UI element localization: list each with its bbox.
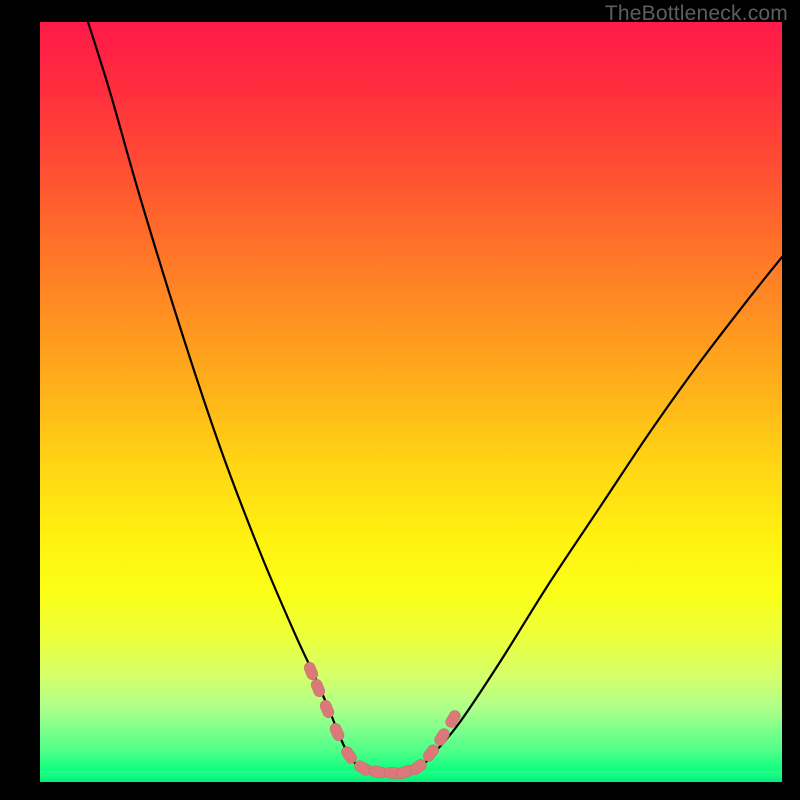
highlight-markers-right <box>395 708 463 780</box>
plot-area <box>40 22 782 782</box>
watermark-text: TheBottleneck.com <box>605 2 788 26</box>
marker <box>328 722 346 743</box>
highlight-markers-left <box>302 661 402 780</box>
marker <box>302 661 319 682</box>
bottleneck-curve <box>88 22 782 773</box>
marker <box>318 699 335 720</box>
marker <box>444 708 463 729</box>
curve-layer <box>40 22 782 782</box>
marker <box>432 726 451 747</box>
chart-frame: TheBottleneck.com <box>0 0 800 800</box>
